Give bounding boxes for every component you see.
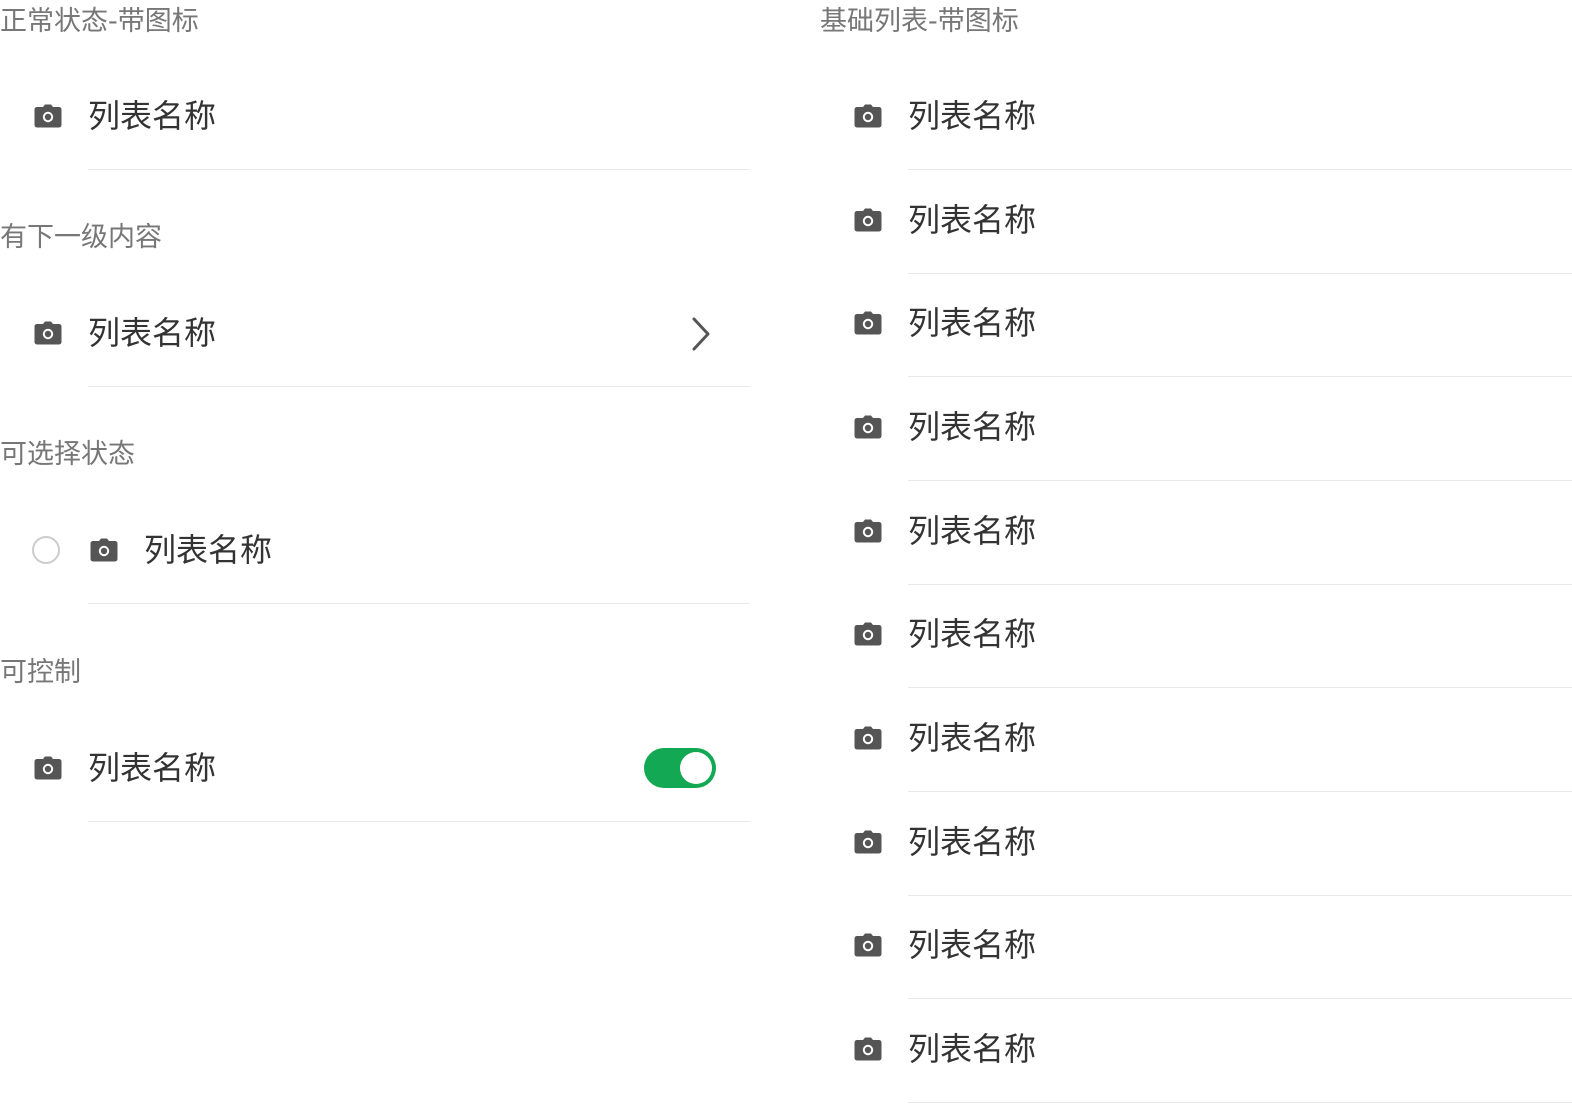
list-item[interactable]: 列表名称 <box>820 584 1572 688</box>
radio-button[interactable] <box>32 536 60 564</box>
list-item-label: 列表名称 <box>908 201 1037 239</box>
divider <box>88 386 750 387</box>
section-title-basic-list: 基础列表-带图标 <box>820 6 1019 37</box>
chevron-right-icon[interactable] <box>686 315 716 353</box>
camera-icon <box>854 519 882 543</box>
list-item-label: 列表名称 <box>144 531 273 569</box>
list-item[interactable]: 列表名称 <box>820 999 1572 1103</box>
list-item-label: 列表名称 <box>88 97 217 135</box>
list-item-label: 列表名称 <box>908 615 1037 653</box>
list-item-label: 列表名称 <box>908 304 1037 342</box>
toggle-knob <box>680 752 712 784</box>
camera-icon <box>854 1037 882 1061</box>
list-item[interactable]: 列表名称 <box>820 895 1572 999</box>
divider <box>88 603 750 604</box>
toggle-switch[interactable] <box>644 748 716 788</box>
list-item-label: 列表名称 <box>88 314 217 352</box>
section-title-selectable: 可选择状态 <box>0 439 135 470</box>
divider <box>88 169 750 170</box>
list-item-label: 列表名称 <box>908 512 1037 550</box>
list-item-label: 列表名称 <box>908 408 1037 446</box>
list-item-label: 列表名称 <box>908 823 1037 861</box>
list-item[interactable]: 列表名称 <box>820 688 1572 792</box>
section-title-controllable: 可控制 <box>0 657 81 688</box>
camera-icon <box>854 726 882 750</box>
list-item-label: 列表名称 <box>908 926 1037 964</box>
list-item-controllable: 列表名称 <box>0 718 750 822</box>
section-title-normal: 正常状态-带图标 <box>0 6 199 37</box>
list-item-label: 列表名称 <box>88 749 217 787</box>
camera-icon <box>34 756 62 780</box>
list-item-label: 列表名称 <box>908 719 1037 757</box>
camera-icon <box>90 538 118 562</box>
camera-icon <box>854 933 882 957</box>
list-item[interactable]: 列表名称 <box>820 377 1572 481</box>
list-item-submenu[interactable]: 列表名称 <box>0 283 750 387</box>
camera-icon <box>34 104 62 128</box>
divider <box>908 1102 1572 1103</box>
list-item-label: 列表名称 <box>908 97 1037 135</box>
list-item-selectable[interactable]: 列表名称 <box>0 500 750 604</box>
camera-icon <box>854 208 882 232</box>
list-item[interactable]: 列表名称 <box>820 273 1572 377</box>
camera-icon <box>854 415 882 439</box>
list-item[interactable]: 列表名称 <box>820 170 1572 274</box>
list-item[interactable]: 列表名称 <box>820 66 1572 170</box>
list-item[interactable]: 列表名称 <box>820 481 1572 585</box>
section-title-submenu: 有下一级内容 <box>0 222 162 253</box>
list-item-label: 列表名称 <box>908 1030 1037 1068</box>
list-item-normal[interactable]: 列表名称 <box>0 66 750 170</box>
camera-icon <box>854 311 882 335</box>
camera-icon <box>854 104 882 128</box>
camera-icon <box>854 622 882 646</box>
camera-icon <box>854 830 882 854</box>
list-item[interactable]: 列表名称 <box>820 792 1572 896</box>
divider <box>88 821 750 822</box>
camera-icon <box>34 321 62 345</box>
